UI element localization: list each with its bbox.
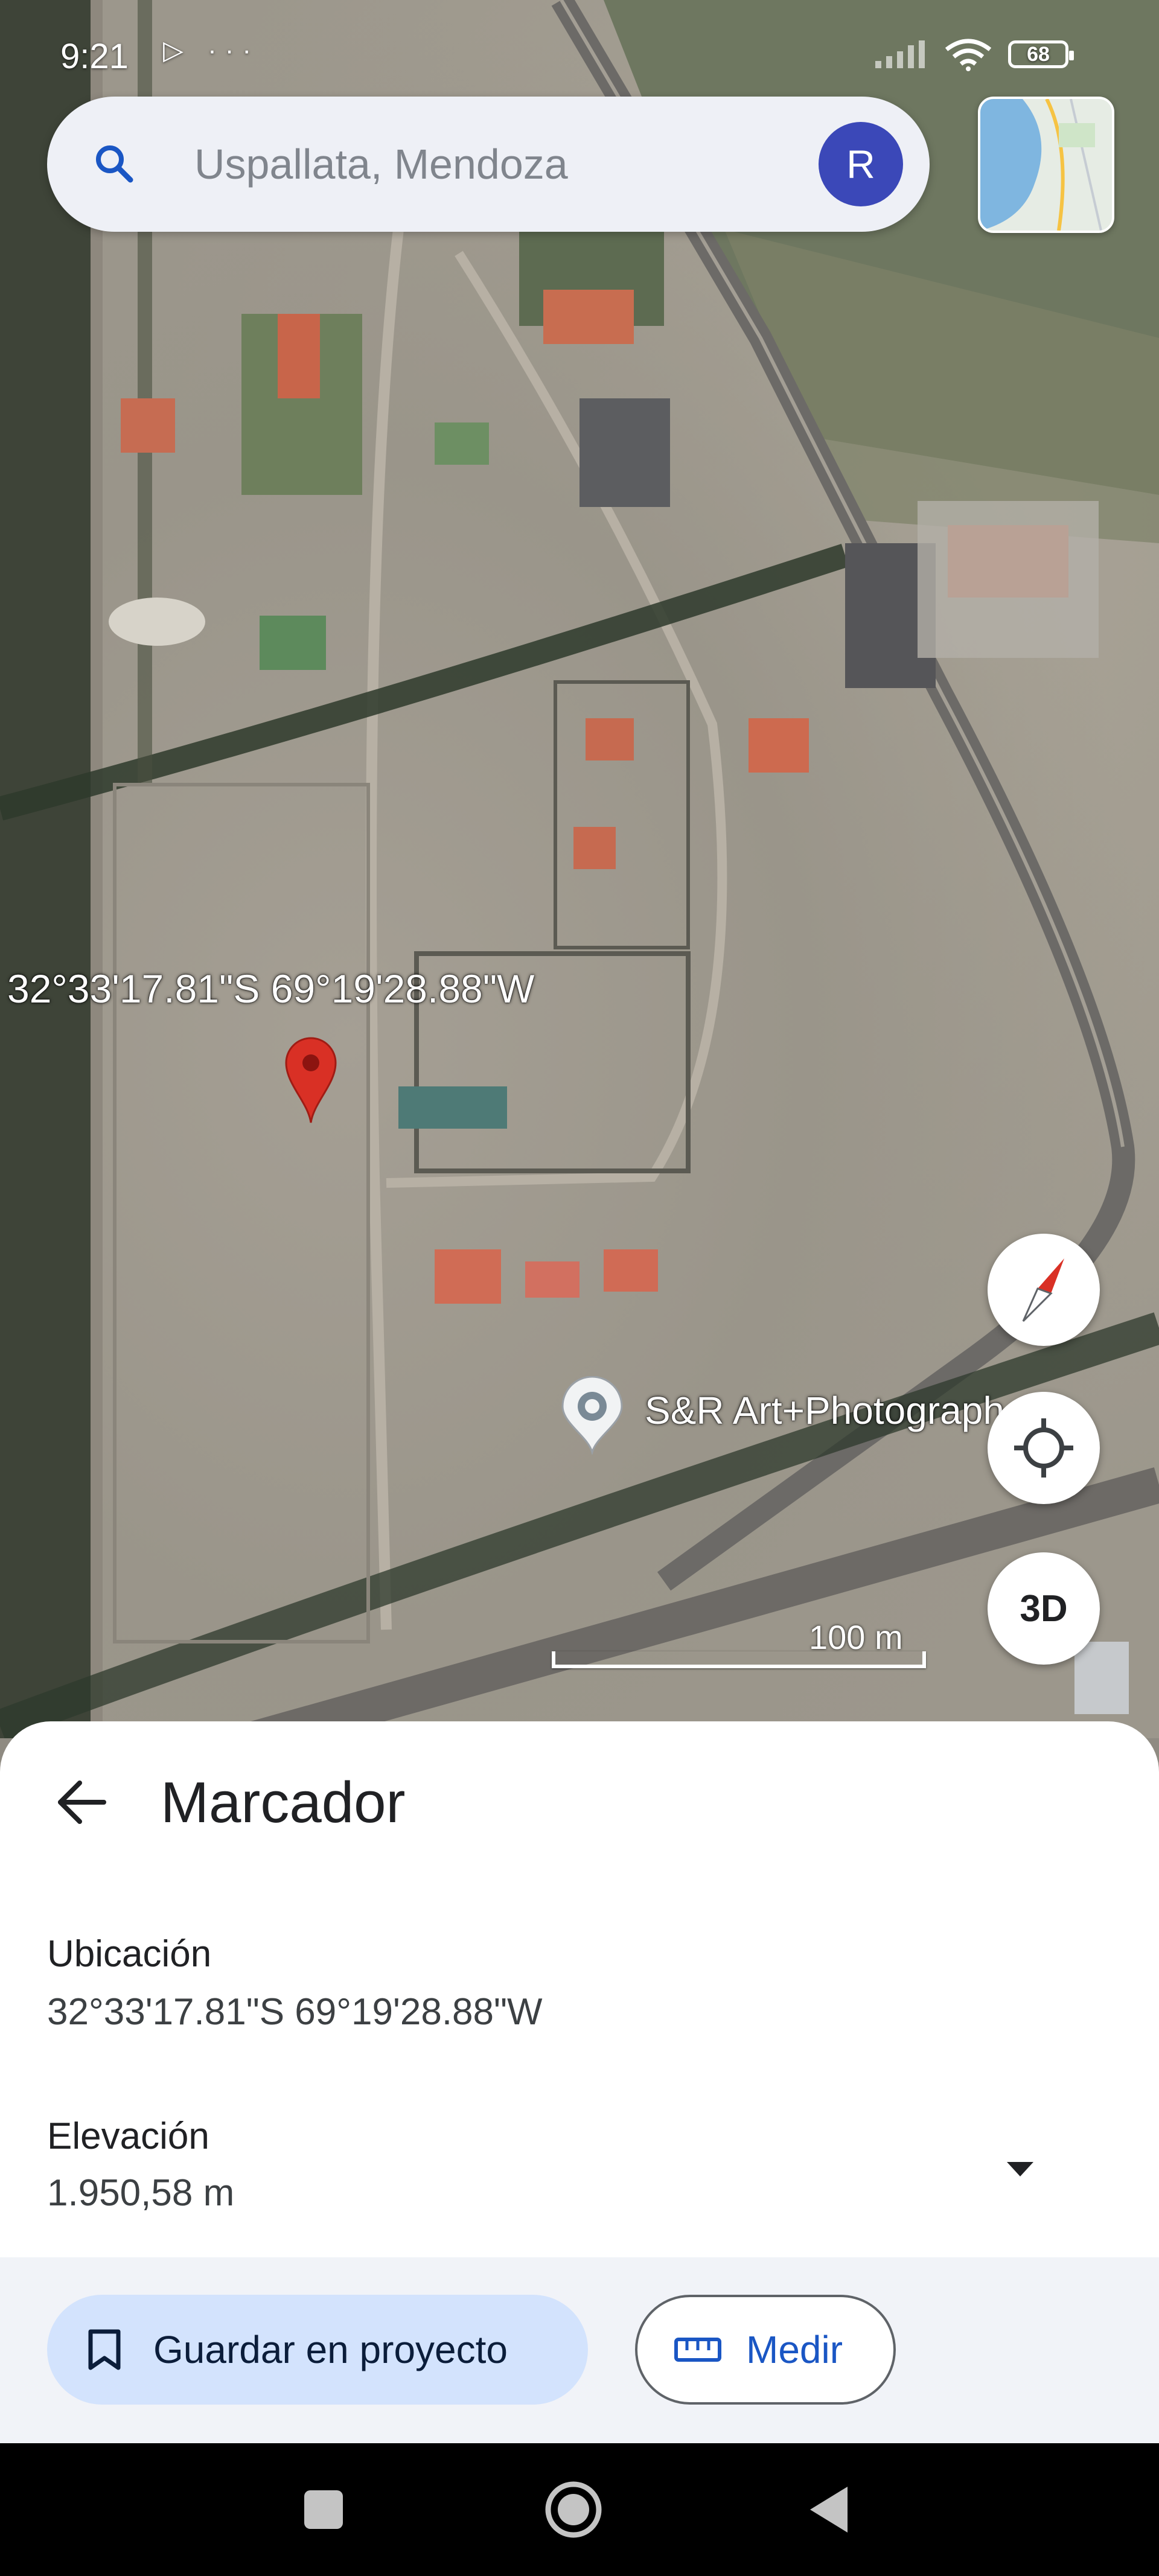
notification-icons: ▷ ··· bbox=[163, 36, 260, 65]
dropdown-arrow-icon[interactable] bbox=[1002, 2156, 1038, 2180]
map-layer-button[interactable] bbox=[978, 97, 1114, 233]
search-bar[interactable]: Uspallata, Mendoza R bbox=[47, 97, 930, 232]
pin-coordinates-label: 32°33'17.81"S 69°19'28.88"W bbox=[7, 966, 535, 1011]
placemark-sheet: Marcador Ubicación 32°33'17.81"S 69°19'2… bbox=[0, 1721, 1159, 2443]
ruler-icon bbox=[674, 2338, 721, 2362]
crosshair-icon bbox=[1014, 1418, 1073, 1478]
map-imagery bbox=[0, 0, 1159, 1738]
compass-button[interactable] bbox=[988, 1234, 1100, 1346]
compass-icon bbox=[1022, 1258, 1064, 1322]
search-input[interactable]: Uspallata, Mendoza bbox=[194, 97, 568, 232]
back-nav-icon[interactable] bbox=[800, 2479, 861, 2540]
back-arrow-icon[interactable] bbox=[52, 1773, 110, 1831]
wifi-icon bbox=[945, 39, 992, 71]
action-bar: Guardar en proyecto Medir bbox=[0, 2257, 1159, 2443]
account-avatar[interactable]: R bbox=[819, 122, 903, 206]
sheet-title: Marcador bbox=[161, 1770, 406, 1835]
map-thumbnail-icon bbox=[980, 99, 1112, 231]
elevation-value: 1.950,58 m bbox=[47, 2172, 235, 2214]
status-time: 9:21 bbox=[60, 37, 129, 76]
elevation-label: Elevación bbox=[47, 2115, 209, 2157]
location-value: 32°33'17.81"S 69°19'28.88"W bbox=[47, 1991, 543, 2033]
3d-toggle-button[interactable]: 3D bbox=[988, 1552, 1100, 1665]
home-icon[interactable] bbox=[543, 2479, 604, 2540]
save-to-project-button[interactable]: Guardar en proyecto bbox=[47, 2295, 588, 2405]
scale-bar bbox=[552, 1651, 926, 1668]
place-name-label[interactable]: S&R Art+Photograph bbox=[645, 1388, 1004, 1433]
save-button-label: Guardar en proyecto bbox=[153, 2328, 508, 2371]
status-right-icons: 68 bbox=[874, 37, 1074, 71]
measure-button-label: Medir bbox=[746, 2328, 843, 2371]
my-location-button[interactable] bbox=[988, 1392, 1100, 1504]
satellite-map[interactable] bbox=[0, 0, 1159, 1738]
battery-icon: 68 bbox=[1008, 40, 1074, 68]
place-marker-icon[interactable] bbox=[559, 1376, 625, 1455]
system-nav-bar bbox=[0, 2443, 1159, 2576]
location-label: Ubicación bbox=[47, 1933, 212, 1975]
status-bar: 9:21 ▷ ··· 68 bbox=[0, 0, 1159, 109]
search-icon[interactable] bbox=[91, 140, 139, 188]
signal-icon bbox=[875, 40, 925, 68]
measure-button[interactable]: Medir bbox=[635, 2295, 896, 2405]
recent-apps-icon[interactable] bbox=[293, 2479, 354, 2540]
bookmark-icon bbox=[88, 2329, 121, 2370]
marker-pin-icon[interactable] bbox=[284, 1036, 338, 1124]
